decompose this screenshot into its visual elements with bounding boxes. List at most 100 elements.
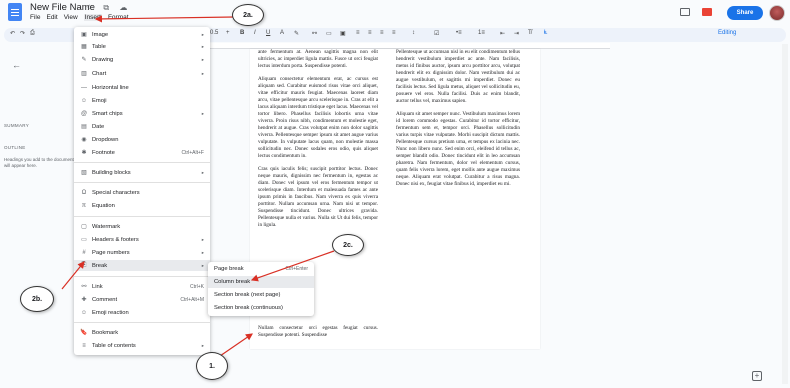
link-icon[interactable]: ⚯	[312, 30, 317, 37]
menu-item-link[interactable]: ⚯ Link Ctrl+K	[74, 281, 210, 292]
title-bar: New File Name ☆ ⧉ ☁ File Edit View Inser…	[0, 0, 790, 26]
menu-item-headers-footers[interactable]: ▭ Headers & footers ▸	[74, 234, 210, 245]
menu-item-special-characters[interactable]: Ω Special characters	[74, 187, 210, 198]
paragraph[interactable]: Pellentesque ut accumsan nisl in eu elit…	[396, 49, 520, 105]
undo-icon[interactable]: ↶	[10, 30, 15, 37]
callout-2b: 2b.	[20, 286, 54, 312]
column-break-item[interactable]: Column break	[208, 276, 314, 288]
column-1[interactable]: ante fermentum at. Aenean sagittis magna…	[258, 49, 378, 235]
align-left-icon[interactable]: ≡	[356, 30, 360, 36]
menu-item-drawing[interactable]: ✎ Drawing ▸	[74, 54, 210, 65]
comment-icon[interactable]: ▭	[326, 30, 332, 37]
column-2[interactable]: Pellentesque ut accumsan nisl in eu elit…	[396, 49, 520, 194]
menu-item-footnote[interactable]: ✱ Footnote Ctrl+Alt+F	[74, 147, 210, 158]
align-justify-icon[interactable]: ≡	[392, 30, 396, 36]
section-break-next-page-item[interactable]: Section break (next page)	[208, 289, 314, 301]
paragraph[interactable]: Nullam consectetur orci egestas feugiat …	[258, 325, 378, 339]
menu-item-smart-chips[interactable]: @ Smart chips ▸	[74, 108, 210, 119]
menu-item-dropdown[interactable]: ◉ Dropdown	[74, 134, 210, 145]
section-break-continuous-item[interactable]: Section break (continuous)	[208, 302, 314, 314]
at-icon: @	[80, 110, 88, 117]
chevron-right-icon: ▸	[201, 110, 204, 116]
menu-item-horizontal-line[interactable]: — Horizontal line	[74, 82, 210, 93]
emoji-reaction-icon: ☺	[80, 309, 88, 316]
menu-item-image[interactable]: ▣ Image ▸	[74, 29, 210, 40]
break-submenu: Page break Ctrl+Enter Column break Sectio…	[208, 262, 314, 316]
chart-icon: ▥	[81, 71, 87, 77]
docs-logo-icon[interactable]	[8, 3, 22, 21]
drawing-icon: ✎	[81, 57, 87, 63]
break-icon: ⎘	[81, 262, 87, 268]
menu-item-date[interactable]: ▤ Date	[74, 121, 210, 132]
menu-item-equation[interactable]: π Equation	[74, 200, 210, 211]
menu-item-building-blocks[interactable]: ▧ Building blocks ▸	[74, 167, 210, 178]
page-break-item[interactable]: Page break Ctrl+Enter	[208, 263, 314, 275]
omega-icon: Ω	[81, 189, 87, 196]
insert-menu: ▣ Image ▸ ▦ Table ▸ ✎ Drawing ▸ ▥ Chart ▸ — Horiz…	[74, 27, 210, 355]
align-center-icon[interactable]: ≡	[368, 30, 372, 36]
callout-2a: 2a.	[232, 4, 264, 26]
paragraph[interactable]: ante fermentum at. Aenean sagittis magna…	[258, 49, 378, 70]
outline-hint: Headings you add to the document will ap…	[4, 157, 74, 168]
line-spacing-icon[interactable]: ↕	[412, 30, 415, 36]
redo-icon[interactable]: ↷	[20, 30, 25, 37]
menu-item-table[interactable]: ▦ Table ▸	[74, 41, 210, 52]
menu-item-emoji[interactable]: ☺ Emoji	[74, 95, 210, 106]
highlight-icon[interactable]: ✎	[294, 30, 299, 37]
chevron-right-icon: ▸	[201, 43, 204, 49]
menu-view[interactable]: View	[64, 14, 78, 21]
menu-format[interactable]: Format	[108, 14, 129, 21]
menu-insert[interactable]: Insert	[83, 14, 102, 21]
header-footer-icon: ▭	[81, 237, 87, 243]
clear-format-icon[interactable]: T̸	[528, 30, 532, 36]
bulleted-list-icon[interactable]: •≡	[456, 30, 462, 36]
star-move-cloud-icons[interactable]: ☆ ⧉ ☁	[86, 3, 131, 13]
paragraph[interactable]: Aliquam sit amet semper nunc. Vestibulum…	[396, 111, 520, 188]
spelling-icon[interactable]: Ⱡ	[544, 30, 547, 36]
menu-item-emoji-reaction[interactable]: ☺ Emoji reaction	[74, 307, 210, 318]
meet-icon[interactable]	[702, 8, 712, 16]
menu-item-bookmark[interactable]: 🔖 Bookmark	[74, 327, 210, 338]
menu-item-comment[interactable]: ✚ Comment Ctrl+Alt+M	[74, 294, 210, 305]
avatar[interactable]	[769, 5, 785, 21]
menu-file[interactable]: File	[30, 14, 40, 21]
increase-indent-icon[interactable]: ⇥	[514, 30, 519, 37]
bold-icon[interactable]: B	[240, 30, 244, 36]
font-size-plus[interactable]: +	[226, 30, 230, 36]
column-1-bottom[interactable]: Nullam consectetur orci egestas feugiat …	[258, 325, 378, 345]
align-right-icon[interactable]: ≡	[380, 30, 384, 36]
bookmark-icon: 🔖	[80, 330, 88, 336]
underline-icon[interactable]: U	[266, 30, 270, 36]
menu-edit[interactable]: Edit	[46, 14, 57, 21]
paragraph[interactable]: Aliquam consectetur elementum erat, ac c…	[258, 76, 378, 160]
summary-label: SUMMARY	[4, 123, 30, 128]
chevron-right-icon: ▸	[201, 31, 204, 37]
share-button[interactable]: Share	[727, 6, 763, 20]
menu-item-table-of-contents[interactable]: ≡ Table of contents ▸	[74, 340, 210, 351]
print-icon[interactable]: ⎙	[30, 30, 35, 37]
menu-item-watermark[interactable]: ▢ Watermark	[74, 221, 210, 232]
checklist-icon[interactable]: ☑	[434, 30, 439, 37]
italic-icon[interactable]: I	[254, 30, 256, 36]
outline-panel: ← SUMMARY OUTLINE Headings you add to th…	[0, 44, 76, 388]
paragraph[interactable]: Cras quis iaculis felis; suscipit portti…	[258, 166, 378, 229]
toc-icon: ≡	[82, 342, 86, 349]
back-arrow-icon[interactable]: ←	[12, 60, 21, 70]
chevron-right-icon: ▸	[201, 249, 204, 255]
font-size-value[interactable]: 0.5	[210, 30, 218, 36]
menu-item-page-numbers[interactable]: # Page numbers ▸	[74, 247, 210, 258]
numbered-list-icon[interactable]: 1≡	[478, 30, 485, 36]
calendar-icon: ▤	[81, 124, 87, 130]
text-color-icon[interactable]: A	[280, 30, 284, 36]
menu-item-break[interactable]: ⎘ Break ▸	[74, 260, 210, 271]
image-icon[interactable]: ▣	[340, 30, 346, 37]
comment-history-icon[interactable]	[680, 8, 690, 16]
editing-mode-button[interactable]: Editing	[718, 30, 736, 36]
menu-item-chart[interactable]: ▥ Chart ▸	[74, 68, 210, 79]
chevron-right-icon: ▸	[201, 342, 204, 348]
callout-1: 1.	[196, 352, 228, 380]
decrease-indent-icon[interactable]: ⇤	[500, 30, 505, 37]
arrow-1	[219, 333, 253, 357]
scrollbar[interactable]	[782, 44, 788, 384]
explore-add-icon[interactable]: +	[752, 371, 762, 381]
